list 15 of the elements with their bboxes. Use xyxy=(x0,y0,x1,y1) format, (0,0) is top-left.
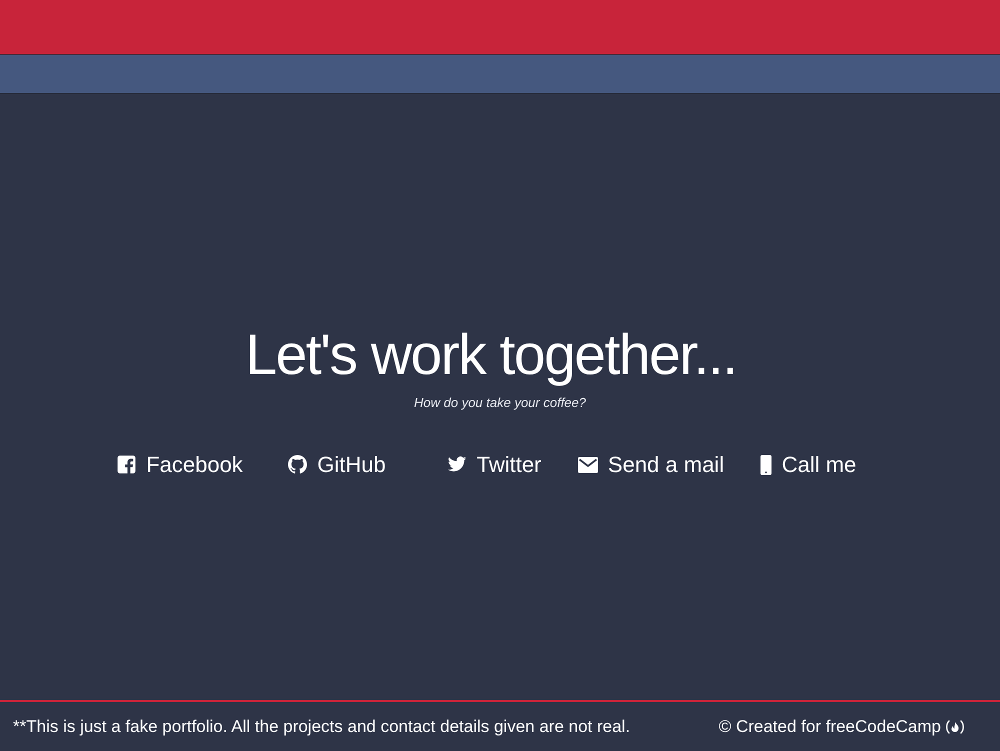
contact-link[interactable]: Send a mail xyxy=(578,448,724,482)
disclaimer-text: **This is just a fake portfolio. All the projects and contact details given are not real. xyxy=(13,716,630,738)
hero-subtitle: How do you take your coffee? xyxy=(414,394,586,412)
envelope-icon xyxy=(578,456,598,473)
contact-link[interactable]: Twitter xyxy=(446,448,542,482)
credit-text: © Created for freeCodeCamp xyxy=(718,716,941,738)
github-icon xyxy=(288,455,308,474)
contact-link[interactable]: Facebook xyxy=(117,448,243,482)
hero-title: Let's work together... xyxy=(245,322,737,389)
contact-link[interactable]: GitHub xyxy=(288,448,386,482)
facebook-icon xyxy=(117,455,136,474)
contact-link[interactable]: Call me xyxy=(760,448,856,482)
bird-icon xyxy=(446,456,467,474)
phone-icon xyxy=(760,454,772,475)
flame-logo-icon xyxy=(945,720,965,734)
